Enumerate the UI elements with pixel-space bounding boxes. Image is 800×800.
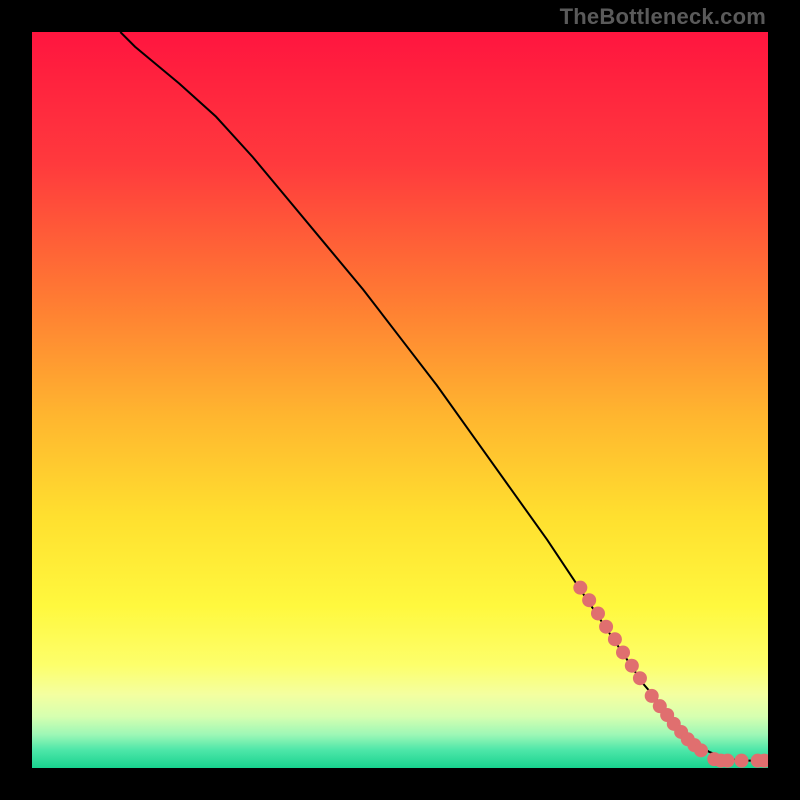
marker-group <box>573 581 768 768</box>
data-marker <box>735 754 749 768</box>
data-marker <box>625 659 639 673</box>
data-marker <box>721 754 735 768</box>
data-marker <box>573 581 587 595</box>
data-marker <box>591 606 605 620</box>
data-marker <box>633 671 647 685</box>
plot-area <box>32 32 768 768</box>
data-marker <box>582 593 596 607</box>
data-marker <box>616 645 630 659</box>
data-marker <box>599 620 613 634</box>
curve-layer <box>32 32 768 768</box>
watermark-text: TheBottleneck.com <box>560 4 766 30</box>
chart-frame: TheBottleneck.com <box>0 0 800 800</box>
data-marker <box>694 743 708 757</box>
bottleneck-curve <box>120 32 768 761</box>
data-marker <box>608 632 622 646</box>
